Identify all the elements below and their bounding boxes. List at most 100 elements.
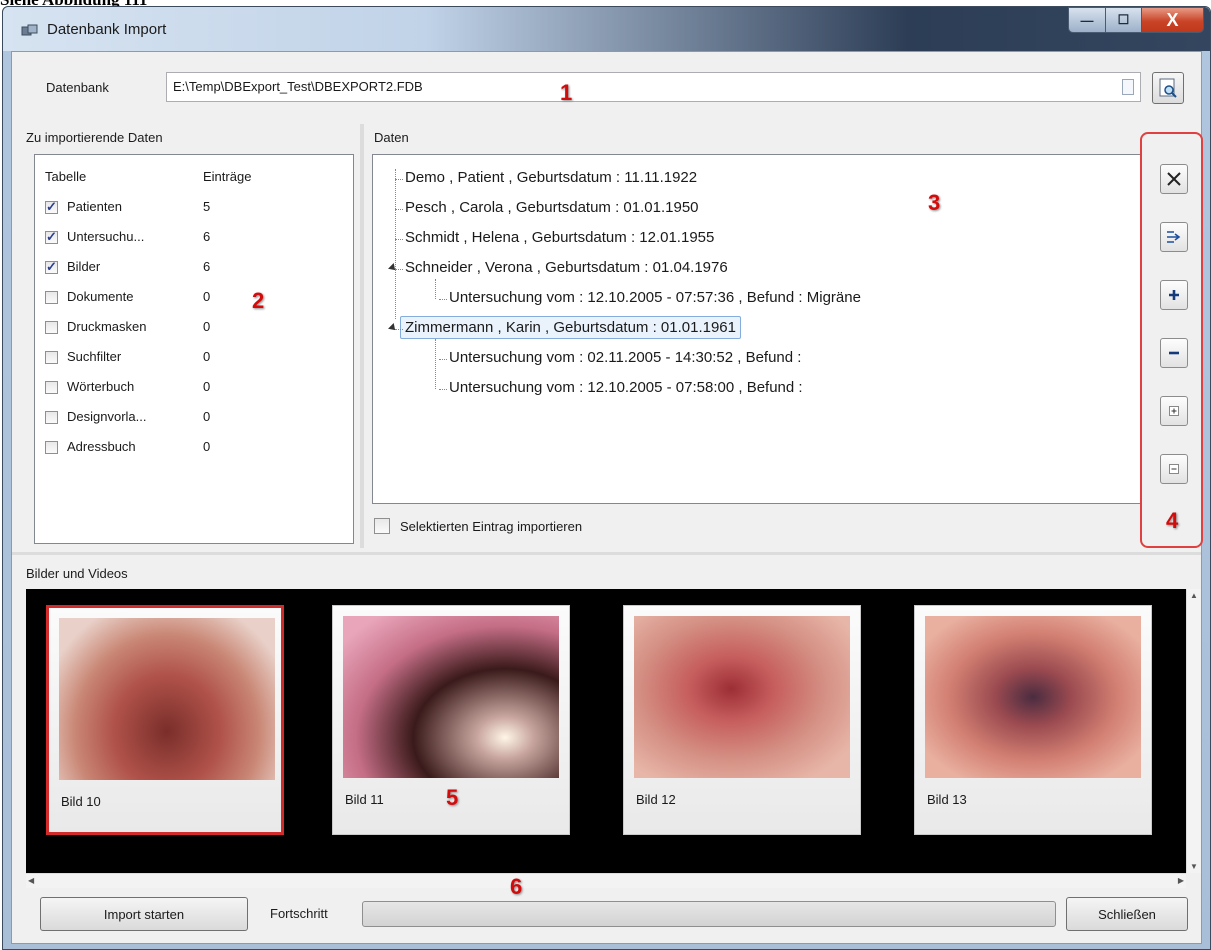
media-title: Bilder und Videos [26, 566, 128, 581]
row-table-name: Wörterbuch [67, 379, 135, 394]
expand-all-icon [1169, 406, 1179, 416]
tree-patient-node[interactable]: Zimmermann , Karin , Geburtsdatum : 01.0… [400, 316, 741, 339]
tree-connector [439, 359, 447, 360]
row-table-name: Designvorla... [67, 409, 147, 424]
scroll-right-icon[interactable]: ▶ [1178, 876, 1184, 885]
database-path-field[interactable]: E:\Temp\DBExport_Test\DBEXPORT2.FDB [166, 72, 1141, 102]
table-row[interactable]: Druckmasken 0 [45, 319, 335, 339]
minimize-button[interactable]: — [1068, 7, 1106, 33]
table-row[interactable]: Adressbuch 0 [45, 439, 335, 459]
dialog-body: Datenbank E:\Temp\DBExport_Test\DBEXPORT… [11, 51, 1203, 944]
add-button[interactable] [1160, 280, 1188, 310]
tree-exam-node[interactable]: Untersuchung vom : 02.11.2005 - 14:30:52… [449, 349, 801, 366]
tree-exam-node[interactable]: Untersuchung vom : 12.10.2005 - 07:57:36… [449, 289, 861, 306]
document-icon [1122, 79, 1134, 95]
annotation-4: 4 [1166, 508, 1179, 533]
row-entry-count: 6 [203, 259, 211, 274]
tree-connector [439, 389, 447, 390]
row-checkbox[interactable] [45, 381, 58, 394]
tree-patient-node[interactable]: Demo , Patient , Geburtsdatum : 11.11.19… [405, 169, 697, 186]
tree-branch-line [435, 279, 436, 299]
column-header-table: Tabelle [45, 169, 87, 184]
import-progress-bar [362, 901, 1056, 927]
tree-connector [395, 209, 403, 210]
scroll-up-icon[interactable]: ▲ [1190, 591, 1198, 600]
row-entry-count: 0 [203, 439, 211, 454]
row-checkbox[interactable] [45, 199, 58, 215]
close-button[interactable]: Schließen [1066, 897, 1188, 931]
collapse-all-button[interactable] [1160, 454, 1188, 484]
close-window-button[interactable]: X [1142, 7, 1204, 33]
import-selected-label: Selektierten Eintrag importieren [400, 519, 583, 534]
remove-button[interactable] [1160, 338, 1188, 368]
table-row[interactable]: Dokumente 0 [45, 289, 335, 309]
tree-connector [395, 239, 403, 240]
import-selected-checkbox[interactable] [374, 518, 390, 534]
gallery-horizontal-scrollbar[interactable]: ◀ ▶ [26, 873, 1186, 888]
row-checkbox[interactable] [45, 229, 58, 245]
expand-all-button[interactable] [1160, 396, 1188, 426]
scroll-down-icon[interactable]: ▼ [1190, 862, 1198, 871]
vertical-splitter[interactable] [360, 124, 364, 548]
tree-exam-node[interactable]: Untersuchung vom : 12.10.2005 - 07:58:00… [449, 379, 803, 396]
row-checkbox[interactable] [45, 351, 58, 364]
annotation-6: 6 [510, 874, 523, 899]
column-header-entries: Einträge [203, 169, 252, 184]
table-row[interactable]: Designvorla... 0 [45, 409, 335, 429]
tree-root-line [395, 169, 396, 319]
row-checkbox[interactable] [45, 321, 58, 334]
tree-patient-node[interactable]: Schmidt , Helena , Geburtsdatum : 12.01.… [405, 229, 714, 246]
data-title: Daten [374, 130, 409, 145]
import-selected-checkbox-row[interactable]: Selektierten Eintrag importieren [374, 518, 694, 538]
database-label: Datenbank [46, 80, 109, 95]
title-bar: Datenbank Import — ☐ X [3, 7, 1210, 51]
annotation-3: 3 [928, 190, 941, 215]
import-data-title: Zu importierende Daten [26, 130, 163, 145]
tree-connector [395, 269, 403, 270]
table-row[interactable]: Suchfilter 0 [45, 349, 335, 369]
row-table-name: Dokumente [67, 289, 134, 304]
row-checkbox[interactable] [45, 291, 58, 304]
horizontal-splitter[interactable] [12, 552, 1201, 555]
row-entry-count: 0 [203, 349, 211, 364]
tree-connector [395, 179, 403, 180]
browse-database-button[interactable] [1152, 72, 1184, 104]
table-row[interactable]: Patienten 5 [45, 199, 335, 219]
media-gallery: Bild 10 Bild 11 Bild 12 Bild 13 5 [26, 589, 1186, 873]
tree-connector [439, 299, 447, 300]
annotation-5: 5 [446, 785, 459, 810]
media-thumbnail[interactable]: Bild 10 [46, 605, 284, 835]
row-table-name: Bilder [67, 259, 101, 274]
collapse-all-icon [1169, 464, 1179, 474]
database-import-icon [21, 24, 38, 36]
search-document-icon [1159, 78, 1177, 98]
expand-toggle-icon[interactable] [388, 263, 398, 273]
tree-patient-node[interactable]: Schneider , Verona , Geburtsdatum : 01.0… [405, 259, 728, 276]
table-row[interactable]: Bilder 6 [45, 259, 335, 279]
row-checkbox[interactable] [45, 411, 58, 424]
expand-toggle-icon[interactable] [388, 323, 398, 333]
tree-patient-node[interactable]: Pesch , Carola , Geburtsdatum : 01.01.19… [405, 199, 699, 216]
endoscopy-image [634, 616, 850, 778]
scroll-left-icon[interactable]: ◀ [28, 876, 34, 885]
row-entry-count: 0 [203, 379, 211, 394]
media-thumbnail[interactable]: Bild 12 [623, 605, 861, 835]
import-window: Datenbank Import — ☐ X Datenbank E:\Temp… [2, 6, 1211, 950]
row-entry-count: 0 [203, 289, 211, 304]
media-thumbnail[interactable]: Bild 13 [914, 605, 1152, 835]
gallery-vertical-scrollbar[interactable]: ▲ ▼ [1186, 589, 1201, 873]
clear-button[interactable] [1160, 164, 1188, 194]
annotation-1: 1 [560, 80, 573, 105]
thumbnail-caption: Bild 11 [345, 792, 384, 807]
row-checkbox[interactable] [45, 441, 58, 454]
table-row[interactable]: Untersuchu... 6 [45, 229, 335, 249]
row-table-name: Untersuchu... [67, 229, 145, 244]
maximize-button[interactable]: ☐ [1106, 7, 1142, 33]
table-row[interactable]: Wörterbuch 0 [45, 379, 335, 399]
thumbnail-caption: Bild 10 [61, 794, 101, 809]
tree-toolbar: 4 [1140, 132, 1203, 548]
row-checkbox[interactable] [45, 259, 58, 275]
import-entry-button[interactable] [1160, 222, 1188, 252]
thumbnail-caption: Bild 12 [636, 792, 676, 807]
start-import-button[interactable]: Import starten [40, 897, 248, 931]
